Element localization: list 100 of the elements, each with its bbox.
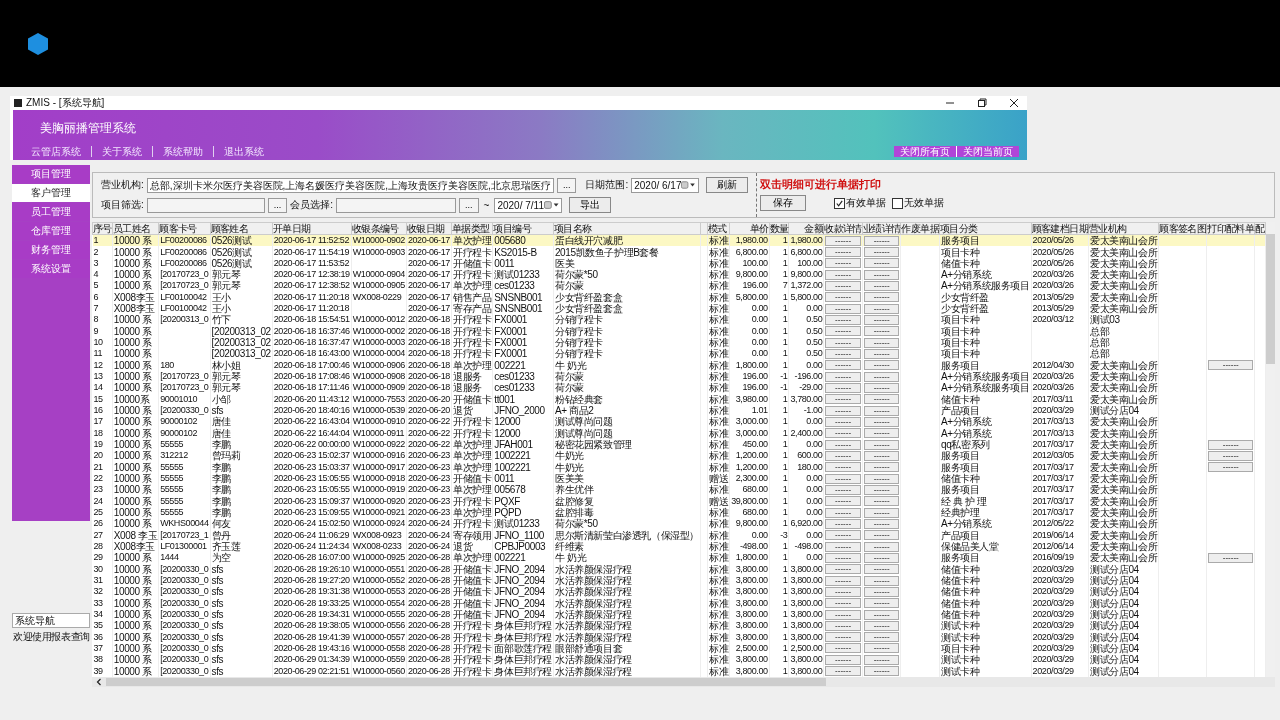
detail-button[interactable]: ------ [1208,450,1254,461]
table-row[interactable]: 36 10000 系 [20200330_0 sfs 2020-06-28 19:41:39 W10000-0557 2020-06-28 开疗程卡 身体巨邦疗程 水活养颜保湿疗程 标准 3,800.00 1 3,800.00 ------ ------ 测试卡种 2020/03/29 测试分店04 [92,631,1266,643]
table-row[interactable]: 38 10000 系 [20200330_0 sfs 2020-06-29 01:34:39 W10000-0559 2020-06-28 开疗程卡 身体巨邦疗程 水活养颜保湿疗程 标准 3,800.00 1 3,800.00 ------ ------ 测试卡种 2020/03/29 测试分店04 [92,654,1266,666]
detail-button[interactable]: ------ [1208,552,1254,563]
table-row[interactable]: 30 10000 系 [20200330_0 sfs 2020-06-28 19:26:10 W10000-0551 2020-06-28 开储值卡 JFNO_2094 水活养颜保湿疗程 标准 3,800.00 1 3,800.00 ------ ------ 储值卡种 2020/03/29 测试分店04 [92,563,1266,575]
column-header[interactable]: 单价 [729,222,770,235]
detail-button[interactable]: ------ [1208,462,1254,473]
table-row[interactable]: 37 10000 系 [20200330_0 sfs 2020-06-28 19:43:16 W10000-0558 2020-06-28 开疗程卡 面部歌莲疗程 眼部舒通项目套 标准 2,500.00 1 2,500.00 ------ ------ 项目卡种 2020/03/29 测试分店04 [92,642,1266,655]
table-row[interactable]: 5 10000 系 [20170723_0 郭元琴 2020-06-17 12:38:52 W10000-0905 2020-06-17 单次护理 ces01233 荷尔蒙 标准 196.00 7 1,372.00 ------ ------ A+分销系统服务项目 2020/03/26 爱太美南山会所 [92,280,1266,292]
detail-button[interactable]: ------ [825,609,861,620]
column-header[interactable]: 收银日期 [406,222,452,235]
detail-button[interactable]: ------ [863,484,900,495]
detail-button[interactable]: ------ [825,462,861,473]
detail-button[interactable]: ------ [863,281,900,291]
column-header[interactable]: 顾客建档日期 [1031,222,1089,235]
sidebar-item[interactable]: 项目管理 [12,165,90,183]
detail-button[interactable]: ------ [825,303,861,314]
detail-button[interactable]: ------ [863,541,900,552]
menu-item[interactable]: 系统帮助 [152,146,213,157]
page-action-link[interactable]: 关闭所有页 [894,146,956,157]
detail-button[interactable]: ------ [863,303,900,314]
column-header[interactable]: 收银条编号 [351,222,407,235]
detail-button[interactable]: ------ [825,666,861,677]
column-header[interactable]: 员工姓名 [112,222,159,235]
detail-button[interactable]: ------ [825,258,861,269]
table-row[interactable]: 16 10000 系 [20200330_0 sfs 2020-06-20 18:40:16 W10000-0539 2020-06-20 退货 JFNO_2000 A+ 商品2 标准 1.01 1 -1.00 ------ ------ 产品项目 2020/03/29 测试分店04 [92,404,1266,417]
table-row[interactable]: 13 10000 系 [20170723_0 郭元琴 2020-06-18 17:08:46 W10000-0908 2020-06-18 退服务 ces01233 荷尔蒙 标准 196.00 -1 -196.00 ------ ------ A+分销系统服务项目 2020/03/26 爱太美南山会所 [92,370,1266,383]
detail-button[interactable]: ------ [825,439,861,450]
column-header[interactable]: 项目编号 [492,222,554,235]
checkbox[interactable] [834,197,846,209]
table-row[interactable]: 4 10000 系 [20170723_0 郭元琴 2020-06-17 12:38:19 W10000-0904 2020-06-17 开疗程卡 测试01233 荷尔蒙*50 标准 9,800.00 1 9,800.00 ------ ------ A+分销系统 2020/03/26 爱太美南山会所 [92,269,1266,281]
detail-button[interactable]: ------ [825,360,861,371]
detail-button[interactable]: ------ [825,530,861,541]
sidebar-item[interactable]: 财务管理 [12,241,90,259]
detail-button[interactable]: ------ [863,643,900,654]
detail-button[interactable]: ------ [863,235,900,246]
detail-button[interactable]: ------ [863,473,900,484]
detail-button[interactable]: ------ [863,586,900,597]
detail-button[interactable]: ------ [863,269,900,280]
table-row[interactable]: 15 10000系 90001010 小邹 2020-06-20 11:43:12 W10000-7553 2020-06-20 开储值卡 tt001 粉钻经典套 标准 3,980.00 1 3,780.00 ------ ------ 储值卡种 2017/03/11 爱太美南山会所 [92,393,1266,405]
detail-button[interactable]: ------ [825,292,861,303]
page-action-link[interactable]: 关闭当前页 [956,146,1019,157]
detail-button[interactable]: ------ [825,269,861,280]
table-row[interactable]: 34 10000 系 [20200330_0 sfs 2020-06-28 19:34:31 W10000-0555 2020-06-28 开储值卡 JFNO_2094 水活养颜保湿疗程 标准 3,800.00 1 3,800.00 ------ ------ 储值卡种 2020/03/29 测试分店04 [92,608,1266,621]
detail-button[interactable]: ------ [863,496,900,507]
export-button[interactable]: 导出 [569,197,612,213]
detail-button[interactable]: ------ [825,541,861,552]
column-header[interactable]: 项目分类 [939,222,1032,235]
table-row[interactable]: 6 X008李玉 LF00100042 王小 2020-06-17 11:20:18 WX008-0229 2020-06-17 销售产品 SNSNB001 少女背纤盈套盒 标准 5,800.00 1 5,800.00 ------ ------ 少女背纤盈 2013/05/29 爱太美南山会所 [92,291,1266,303]
detail-button[interactable]: ------ [863,428,900,439]
table-row[interactable]: 9 10000 系 [20200313_02 2020-06-18 16:37:46 W10000-0002 2020-06-18 开疗程卡 FX0001 分销疗程卡 标准 0.00 1 0.50 ------ ------ 项目卡种 总部 [92,325,1266,337]
detail-button[interactable]: ------ [863,314,900,325]
detail-button[interactable]: ------ [863,632,900,643]
table-row[interactable]: 12 10000 系 180 林小姐 2020-06-18 17:00:46 W10000-0906 2020-06-18 单次护理 002221 牛 奶光 标准 1,800.00 1 0.00 ------ ------ 服务项目 2012/04/30 爱太美南山会所 ------ [92,359,1266,371]
detail-button[interactable]: ------ [863,247,900,257]
column-header[interactable]: 开单日期 [272,222,352,235]
detail-button[interactable]: ------ [863,292,900,303]
column-header[interactable]: 营业机构 [1088,222,1159,235]
detail-button[interactable]: ------ [863,575,900,586]
sidebar-item[interactable]: 客户管理 [12,184,90,202]
table-row[interactable]: 29 10000 系 1444 为空 2020-06-28 16:07:00 W10000-0925 2020-06-28 单次护理 002221 牛 奶光 标准 1,800.00 1 0.00 ------ ------ 服务项目 2016/09/19 爱太美南山会所 ------ [92,552,1266,564]
column-header[interactable]: 打印配料单 [1206,222,1255,235]
table-row[interactable]: 22 10000 系 55555 李鹏 2020-06-23 15:05:55 W10000-0918 2020-06-23 开储值卡 0011 医美美 赠送 2,300.00 1 0.00 ------ ------ 储值卡种 2017/03/17 爱太美南山会所 [92,472,1266,485]
detail-button[interactable]: ------ [863,348,900,359]
detail-button[interactable]: ------ [863,552,900,563]
detail-button[interactable]: ------ [863,462,900,473]
detail-button[interactable]: ------ [1208,439,1254,450]
detail-button[interactable]: ------ [825,428,861,439]
table-row[interactable]: 26 10000 系 WKHS00044 何友 2020-06-24 15:02:50 W10000-0924 2020-06-24 开疗程卡 测试01233 荷尔蒙*50 标准 9,800.00 1 6,920.00 ------ ------ A+分销系统 2012/05/22 爱太美南山会所 [92,518,1266,530]
detail-button[interactable]: ------ [825,586,861,597]
detail-button[interactable]: ------ [825,405,861,416]
checkbox[interactable] [892,197,904,209]
detail-button[interactable]: ------ [825,235,861,246]
column-header[interactable]: 顾客姓名 [210,222,273,235]
table-row[interactable]: 18 10000 系 90000102 唐佳 2020-06-22 16:44:04 W10000-0911 2020-06-22 开疗程卡 12000 测试尊尚问题 标准 3,000.00 1 2,400.00 ------ ------ A+分销系统 2017/03/13 爱太美南山会所 [92,427,1266,439]
column-header[interactable]: 作废单据 [901,222,940,235]
column-header[interactable]: 业绩详情 [862,222,901,235]
maximize-icon[interactable] [977,98,987,108]
detail-button[interactable]: ------ [825,281,861,291]
calendar-dropdown-icon[interactable] [681,181,697,189]
detail-button[interactable]: ------ [825,416,861,427]
table-row[interactable]: 20 10000 系 312212 曾玛莉 2020-06-23 15:02:37 W10000-0916 2020-06-23 单次护理 1002221 牛奶光 标准 1,200.00 1 600.00 ------ ------ 服务项目 2012/03/05 爱太美南山会所 ------ [92,450,1266,462]
detail-button[interactable]: ------ [825,507,861,518]
detail-button[interactable]: ------ [863,382,900,393]
table-row[interactable]: 35 10000 系 [20200330_0 sfs 2020-06-28 19:38:05 W10000-0556 2020-06-28 开疗程卡 身体巨邦疗程 水活养颜保湿疗程 标准 3,800.00 1 3,800.00 ------ ------ 测试卡种 2020/03/29 测试分店04 [92,620,1266,632]
detail-button[interactable]: ------ [863,439,900,450]
table-row[interactable]: 21 10000 系 55555 李鹏 2020-06-23 15:03:37 W10000-0917 2020-06-23 单次护理 1002221 牛奶光 标准 1,200.00 1 180.00 ------ ------ 服务项目 2017/03/17 爱太美南山会所 ------ [92,461,1266,473]
menu-item[interactable]: 关于系统 [91,146,152,157]
table-row[interactable]: 3 10000 系 LF00200086 0526测试 2020-06-17 11:53:52 2020-06-17 开储值卡 0011 医美 标准 100.00 1 100.00 ------ ------ 储值卡种 2020/05/26 爱太美南山会所 [92,257,1266,269]
table-row[interactable]: 1 10000 系 LF00200086 0526测试 2020-06-17 11:52:52 W10000-0902 2020-06-17 单次护理 005680 蛋白线开穴减肥 标准 1,980.00 1 1,980.00 ------ ------ 服务项目 2020/05/26 爱太美南山会所 [92,234,1266,247]
detail-button[interactable]: ------ [825,598,861,609]
table-row[interactable]: 33 10000 系 [20200330_0 sfs 2020-06-28 19:33:25 W10000-0554 2020-06-28 开储值卡 JFNO_2094 水活养颜保湿疗程 标准 3,800.00 1 3,800.00 ------ ------ 储值卡种 2020/03/29 测试分店04 [92,597,1266,609]
browse-button[interactable]: ... [459,197,479,213]
refresh-button[interactable]: 刷新 [706,177,749,193]
column-header[interactable]: 单据类型 [451,222,493,235]
table-row[interactable]: 27 X008 李玉 [20170723_1 曾丹 2020-06-24 11:06:29 WX008-0923 2020-06-24 寄存领用 JFNO_1100 思尔斯清新莹白渗透乳（保湿型） 标准 0.00 -3 0.00 ------ ------ 产品项目 2019/06/14 爱太美南山会所 [92,529,1266,541]
detail-button[interactable]: ------ [825,654,861,665]
detail-button[interactable]: ------ [863,666,900,677]
detail-button[interactable]: ------ [825,564,861,575]
column-header[interactable]: 配 [1254,222,1266,235]
